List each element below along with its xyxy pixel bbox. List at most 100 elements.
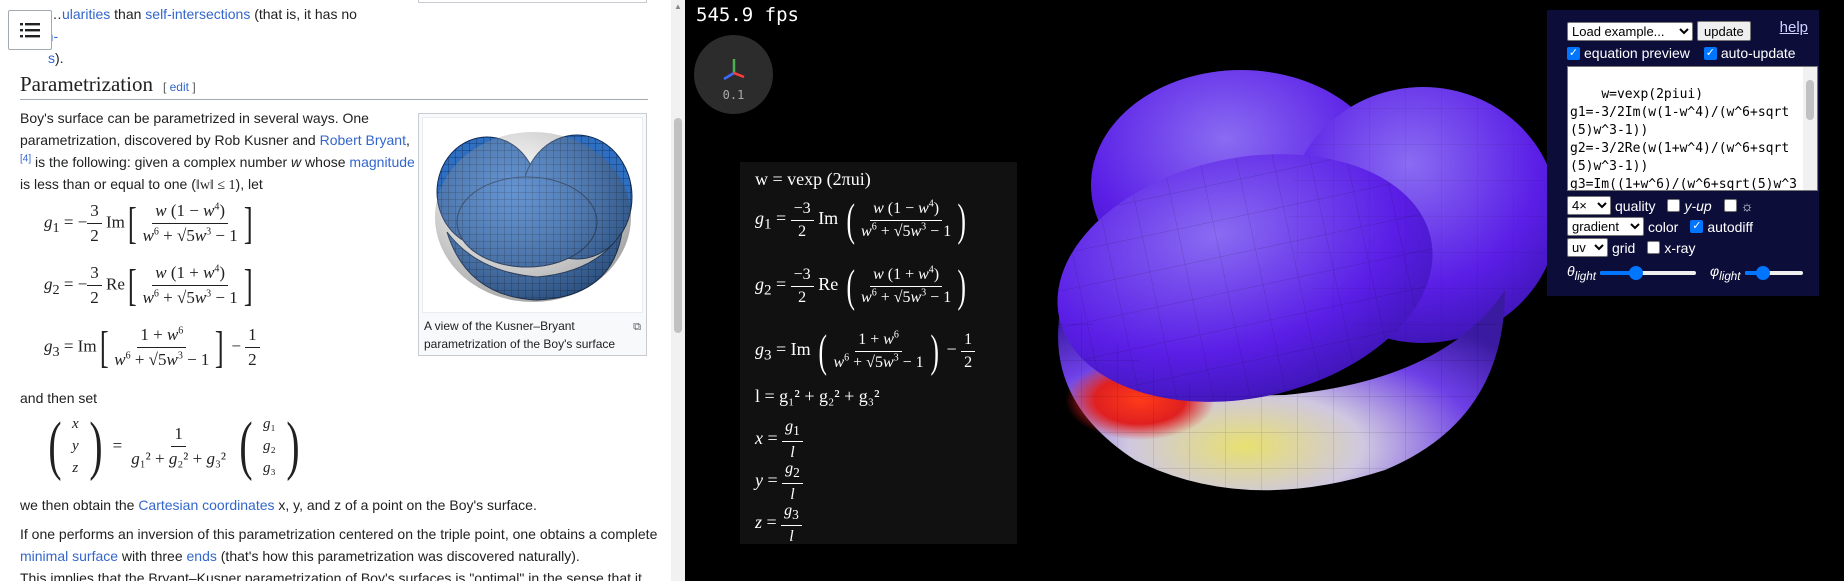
list-icon bbox=[20, 23, 40, 38]
phi-light-label: φlight bbox=[1710, 263, 1741, 283]
link-self-intersections[interactable]: self-intersections bbox=[145, 6, 250, 22]
update-button[interactable]: update bbox=[1697, 21, 1751, 41]
eq-y: y = g2 l bbox=[755, 460, 803, 504]
reference-4[interactable]: [4] bbox=[20, 153, 31, 164]
para-text: x, y, and z of a point on the Boy's surf… bbox=[274, 497, 537, 513]
controls-panel: Load example... update help ✓ equation p… bbox=[1547, 10, 1819, 296]
wiki-article: …ularities than self-intersections (that… bbox=[0, 0, 685, 581]
autodiff-label: autodiff bbox=[1707, 218, 1754, 235]
eq-x: x = g1 l bbox=[755, 418, 803, 462]
gizmo-scale: 0.1 bbox=[722, 88, 745, 102]
top-text: (that is, it has no bbox=[250, 6, 357, 22]
section-edit: [ edit ] bbox=[163, 80, 196, 94]
para-text: is less than or equal to one ( bbox=[20, 176, 196, 192]
equation-preview-checkbox[interactable]: ✓ bbox=[1567, 46, 1580, 60]
section-heading: Parametrization [ edit ] bbox=[20, 72, 648, 100]
link-robert-bryant[interactable]: Robert Bryant bbox=[320, 132, 406, 148]
eq-g1: g1 = −3 2 Im (w (1 − w4) w6 + √5w3 − 1) bbox=[755, 194, 967, 245]
grid-label: grid bbox=[1612, 239, 1636, 256]
para-text: is the following: given a complex number bbox=[31, 154, 292, 170]
paragraph-inversion: If one performs an inversion of this par… bbox=[20, 523, 660, 581]
edit-bracket: [ bbox=[162, 80, 170, 94]
help-link[interactable]: help bbox=[1780, 19, 1808, 36]
x-ray-checkbox[interactable] bbox=[1647, 241, 1661, 254]
link-pinch-points-cont[interactable]: s bbox=[48, 50, 55, 66]
formula-xyz: ( xyz ) = 1 g₁² + g₂² + g₃² ( g₁ g₂ g₃ ) bbox=[48, 409, 300, 482]
axes-icon bbox=[723, 59, 745, 81]
code-scrollbar-thumb[interactable] bbox=[1806, 80, 1814, 120]
axis-gizmo[interactable]: 0.1 bbox=[694, 35, 773, 114]
link-ends[interactable]: ends bbox=[187, 548, 217, 564]
x-ray-label: x-ray bbox=[1664, 239, 1696, 256]
auto-update-label: auto-update bbox=[1720, 45, 1796, 61]
quality-label: quality bbox=[1615, 197, 1656, 214]
para-text: whose bbox=[301, 154, 350, 170]
enlarge-icon[interactable]: ⧉ bbox=[633, 318, 641, 336]
eq-z: z = g3 l bbox=[755, 502, 802, 546]
boys-surface-image[interactable] bbox=[422, 117, 643, 313]
eq-g2: g2 = −3 2 Re (w (1 + w4) w6 + √5w3 − 1) bbox=[755, 260, 967, 311]
y-up-checkbox[interactable] bbox=[1667, 199, 1681, 212]
quality-select[interactable]: 4× bbox=[1567, 196, 1611, 215]
theta-sub: light bbox=[1574, 269, 1596, 283]
figure-caption: A view of the Kusner–Bryant parametrizat… bbox=[422, 313, 643, 357]
eq-l: l = g₁² + g₂² + g₃² bbox=[755, 386, 880, 406]
para-text: ), let bbox=[235, 176, 263, 192]
equation-preview-label: equation preview bbox=[1584, 45, 1690, 61]
phi-light-slider[interactable] bbox=[1744, 265, 1803, 280]
theta-symbol: θ bbox=[1567, 263, 1575, 279]
and-then-set: and then set bbox=[20, 390, 98, 406]
edit-link[interactable]: edit bbox=[170, 80, 189, 94]
formula-g2: g2 = −3 2 Re[w (1 + w4) w6 + √5w3 − 1] bbox=[44, 260, 253, 310]
para-text: If one performs an inversion of this par… bbox=[20, 526, 658, 542]
var-w: w bbox=[291, 154, 302, 170]
link-minimal-surface[interactable]: minimal surface bbox=[20, 548, 118, 564]
phi-sub: light bbox=[1719, 269, 1741, 283]
formula-g3: g3 = Im[1 + w6 w6 + √5w3 − 1] − 12 bbox=[44, 325, 260, 370]
grid-select[interactable]: uv bbox=[1567, 238, 1608, 257]
theta-light-slider[interactable] bbox=[1600, 265, 1696, 280]
paragraph-intro: Boy's surface can be parametrized in sev… bbox=[20, 110, 415, 193]
theta-light-label: θlight bbox=[1567, 263, 1596, 283]
eq-w: w = vexp (2πui) bbox=[755, 169, 871, 189]
color-label: color bbox=[1648, 218, 1679, 235]
toc-toggle-button[interactable] bbox=[8, 10, 52, 50]
code-scrollbar[interactable] bbox=[1803, 67, 1817, 190]
auto-update-checkbox[interactable]: ✓ bbox=[1703, 46, 1717, 60]
para-text: with three bbox=[118, 548, 187, 564]
magnitude-condition: ‖w‖ ≤ 1 bbox=[195, 178, 236, 193]
top-fragment: …ularities than self-intersections (that… bbox=[20, 3, 390, 69]
para-text: Boy's surface can be parametrized in sev… bbox=[20, 110, 369, 148]
heading-title: Parametrization bbox=[20, 72, 153, 96]
caption-text: A view of the Kusner–Bryant parametrizat… bbox=[424, 319, 616, 351]
slider-knob[interactable] bbox=[1756, 265, 1771, 280]
paragraph-cartesian: we then obtain the Cartesian coordinates… bbox=[20, 494, 660, 516]
slider-knob[interactable] bbox=[1629, 265, 1644, 280]
sun-icon: ☼ bbox=[1740, 197, 1754, 214]
phi-symbol: φ bbox=[1710, 263, 1720, 279]
color-select[interactable]: gradient bbox=[1567, 217, 1644, 236]
autodiff-checkbox[interactable]: ✓ bbox=[1690, 220, 1704, 233]
top-text: than bbox=[110, 6, 146, 22]
eq-g3: g3 = Im (1 + w6 w6 + √5w3 − 1) − 12 bbox=[755, 328, 976, 374]
para-text: (that's how this parametrization was dis… bbox=[216, 548, 580, 564]
fps-counter: 545.9 fps bbox=[696, 4, 799, 26]
code-editor[interactable]: w=vexp(2piui) g1=-3/2Im(w(1-w^4)/(w^6+sq… bbox=[1567, 66, 1818, 191]
edit-bracket: ] bbox=[188, 80, 196, 94]
boys-surface-figure: A view of the Kusner–Bryant parametrizat… bbox=[418, 113, 647, 356]
sun-checkbox[interactable] bbox=[1723, 199, 1737, 212]
para-text: we then obtain the bbox=[20, 497, 139, 513]
scrollbar-thumb[interactable] bbox=[674, 118, 682, 333]
para-text: This implies that the Bryant–Kusner para… bbox=[20, 570, 642, 581]
y-up-label: y-up bbox=[1684, 197, 1712, 214]
link-singularities[interactable]: ularities bbox=[62, 6, 110, 22]
top-text: ). bbox=[55, 50, 64, 66]
code-text[interactable]: w=vexp(2piui) g1=-3/2Im(w(1-w^4)/(w^6+sq… bbox=[1570, 87, 1797, 190]
link-magnitude[interactable]: magnitude bbox=[349, 154, 414, 170]
previous-figure-edge bbox=[418, 0, 647, 3]
formula-g1: g1 = −3 2 Im[w (1 − w4) w6 + √5w3 − 1] bbox=[44, 198, 253, 248]
link-cartesian-coordinates[interactable]: Cartesian coordinates bbox=[138, 497, 274, 513]
wiki-scrollbar[interactable]: ▲ bbox=[671, 0, 685, 581]
scroll-up-icon[interactable]: ▲ bbox=[674, 2, 682, 11]
example-select[interactable]: Load example... bbox=[1567, 21, 1693, 41]
